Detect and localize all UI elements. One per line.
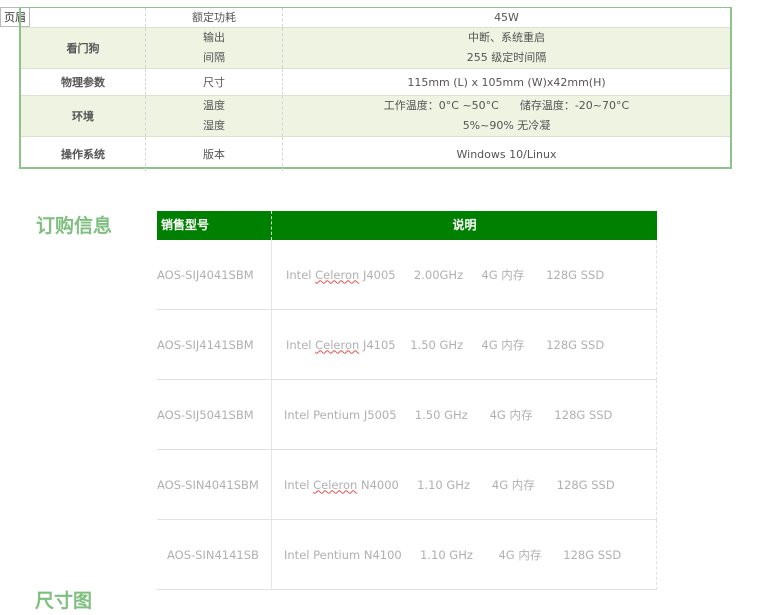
table-row: AOS-SIJ4041SBM Intel Celeron J4005 2.00G… [157,240,657,310]
spec-item: 输出 间隔 [145,27,283,69]
model-cell: AOS-SIN4041SBM [157,450,272,519]
spec-value: 中断、系统重启 255 级定时间隔 [282,27,730,69]
spec-item: 温度 湿度 [145,95,283,137]
spec-row: 看门狗 输出 间隔 中断、系统重启 255 级定时间隔 [21,27,730,69]
spec-row: 环境 温度 湿度 工作温度：0°C ~50°C 储存温度：-20~70°C 5%… [21,95,730,137]
spec-group-label: 物理参数 [21,68,146,96]
spec-group-label: 操作系统 [21,136,146,171]
desc-cell: Intel Celeron N4000 1.10 GHz 4G 内存 128G … [284,477,615,492]
model-cell: AOS-SIJ5041SBM [157,380,272,449]
spec-group-label: 环境 [21,95,146,137]
table-row: AOS-SIN4141SB Intel Pentium N4100 1.10 G… [157,520,657,590]
spec-value: 工作温度：0°C ~50°C 储存温度：-20~70°C 5%~90% 无冷凝 [282,95,730,137]
model-cell: AOS-SIJ4041SBM [157,240,272,309]
desc-cell: Intel Celeron J4005 2.00GHz 4G 内存 128G S… [286,267,605,282]
spec-value: 45W [282,8,730,28]
table-row: AOS-SIJ4141SBM Intel Celeron J4105 1.50 … [157,310,657,380]
spec-table: 额定功耗 45W 看门狗 输出 间隔 中断、系统重启 255 级定时间隔 物理参… [19,7,732,171]
desc-cell: Intel Pentium J5005 1.50 GHz 4G 内存 128G … [284,407,613,422]
spec-group-label: 看门狗 [21,27,146,69]
spec-value: Windows 10/Linux [456,147,557,161]
header-model: 销售型号 [157,211,272,240]
model-cell: AOS-SIJ4141SBM [157,310,272,379]
spec-item: 额定功耗 [145,8,283,28]
spec-row: 物理参数 尺寸 115mm (L) x 105mm (W)x42mm(H) [21,68,730,96]
dimension-drawing-heading: 尺寸图 [35,590,93,612]
desc-cell: Intel Celeron J4105 1.50 GHz 4G 内存 128G … [286,337,605,352]
model-cell: AOS-SIN4141SB [157,520,272,589]
order-info-heading: 订购信息 [36,215,113,237]
spec-item: 尺寸 [145,68,283,96]
desc-cell: Intel Pentium N4100 1.10 GHz 4G 内存 128G … [284,547,622,562]
spec-row: 操作系统 版本 Windows 10/Linux [21,136,730,171]
spec-value: 115mm (L) x 105mm (W)x42mm(H) [282,68,730,96]
table-row: AOS-SIN4041SBM Intel Celeron N4000 1.10 … [157,450,657,520]
order-table-header: 销售型号 说明 [157,211,657,240]
table-row: AOS-SIJ5041SBM Intel Pentium J5005 1.50 … [157,380,657,450]
header-desc: 说明 [452,218,477,232]
spec-item: 版本 [145,136,283,171]
spec-row: 额定功耗 45W [21,8,730,28]
spec-group-label [21,8,146,28]
order-table: 销售型号 说明 AOS-SIJ4041SBM Intel Celeron J40… [157,211,657,590]
